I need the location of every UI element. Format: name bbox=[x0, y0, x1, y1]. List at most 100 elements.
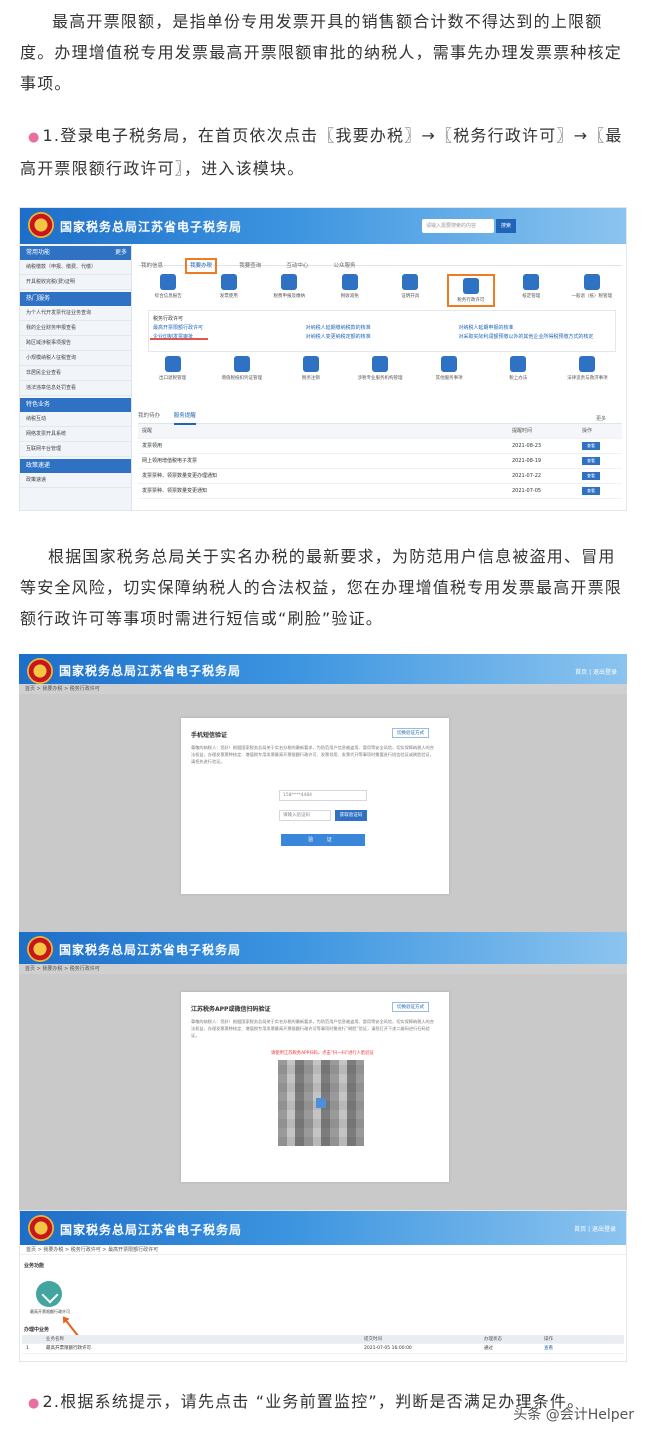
sidebar-item[interactable]: 非居民企业查看 bbox=[20, 366, 131, 381]
sidebar-item[interactable]: 纳税缴款（申报、缴费、代缴） bbox=[20, 260, 131, 275]
screenshot-business-page: 国家税务总局江苏省电子税务局 首页 | 退出登录 首页 > 我要办税 > 税务行… bbox=[19, 1210, 627, 1362]
bullet-icon: ● bbox=[28, 1396, 41, 1411]
view-link[interactable]: 查看 bbox=[544, 1344, 624, 1353]
service-tile[interactable]: 法律追责与救济事项 bbox=[563, 356, 611, 381]
table-row: 网上领用增值税电子发票 2021-08-19 查看 bbox=[138, 454, 622, 469]
more-link[interactable]: 更多 bbox=[596, 413, 606, 426]
tab-my-info[interactable]: 我的信息 bbox=[138, 260, 166, 272]
handshake-icon bbox=[371, 356, 388, 372]
service-tile[interactable]: 出口退税管理 bbox=[149, 356, 197, 381]
sidebar-item[interactable]: 小规模纳税人征税查询 bbox=[20, 351, 131, 366]
submenu-link[interactable]: 对纳税人延期缴纳税款的核准 bbox=[306, 324, 459, 333]
breadcrumb: 首页 > 我要办税 > 税务行政许可 > 最高开票限额行政许可 bbox=[20, 1245, 626, 1255]
edit-icon[interactable] bbox=[36, 1281, 62, 1307]
service-icons-row-2: 出口退税管理 增值税抵扣凭证管理 税务注销 涉税专业服务机构管理 其他服务事项 … bbox=[138, 356, 622, 381]
service-tile[interactable]: 涉税专业服务机构管理 bbox=[356, 356, 404, 381]
submenu-link[interactable]: 对纳税人延期申报的核准 bbox=[458, 324, 611, 333]
document-icon bbox=[462, 278, 479, 294]
sidebar-item[interactable]: 纳税互动 bbox=[20, 412, 131, 427]
chart-icon bbox=[341, 274, 358, 290]
portal-banner: 国家税务总局江苏省电子税务局 请输入需要搜索的内容 搜索 bbox=[20, 208, 626, 244]
sidebar-item[interactable]: 违法违章信息处罚查看 bbox=[20, 381, 131, 396]
watermark: 头条 @会计Helper bbox=[513, 1407, 634, 1423]
submenu-link[interactable]: 对纳税人变更纳税定额的核准 bbox=[306, 333, 459, 342]
verify-button[interactable]: 验 证 bbox=[281, 834, 365, 846]
switch-method-button[interactable]: 切换验证方式 bbox=[392, 1002, 429, 1012]
get-code-button[interactable]: 获取验证码 bbox=[335, 810, 367, 821]
service-tile[interactable]: 税务注销 bbox=[287, 356, 335, 381]
tab-do-tax[interactable]: 我要办税 bbox=[185, 258, 218, 274]
service-icons-row-1: 综合信息报告 发票使用 税费申报及缴纳 税收减免 证明开具 税务行政许可 核定管… bbox=[138, 274, 622, 307]
service-tile[interactable]: 一般退（抵）税管理 bbox=[568, 274, 616, 307]
sidebar-item[interactable]: 开具税收完税(费)证明 bbox=[20, 275, 131, 290]
sidebar-item[interactable]: 网络发票开具系统 bbox=[20, 427, 131, 442]
user-info[interactable]: 首页 | 退出登录 bbox=[575, 667, 617, 676]
screenshot-qr-verification: 国家税务总局江苏省电子税务局 首页 > 我要办税 > 税务行政许可 江苏税务AP… bbox=[19, 932, 627, 1210]
shield-icon bbox=[164, 356, 181, 372]
service-tile[interactable]: 税收减免 bbox=[326, 274, 374, 307]
view-button[interactable]: 查看 bbox=[582, 487, 600, 495]
tax-emblem-icon bbox=[27, 658, 53, 684]
portal-banner: 国家税务总局江苏省电子税务局 bbox=[19, 932, 627, 964]
law-icon bbox=[510, 356, 527, 372]
service-tile[interactable]: 增值税抵扣凭证管理 bbox=[218, 356, 266, 381]
user-info[interactable]: 首页 | 退出登录 bbox=[574, 1224, 616, 1233]
tax-emblem-icon bbox=[27, 936, 53, 962]
progress-table: 业务名称 提交时间 办理状态 操作 1 最高开票限额行政许可 2021-07-05 16:… bbox=[22, 1335, 624, 1354]
verification-paragraph: 根据国家税务总局关于实名办税的最新要求，为防范用户信息被盗用、冒用等安全风险，切… bbox=[20, 547, 623, 628]
qr-verify-modal: 江苏税务APP或微信扫码验证 切换验证方式 尊敬的纳税人：您好！根据国家税务总局… bbox=[181, 992, 449, 1182]
monitor-icon bbox=[281, 274, 298, 290]
intro-paragraph: 最高开票限额，是指单份专用发票开具的销售额合计数不得达到的上限额度。办理增值税专… bbox=[20, 12, 623, 93]
people-icon bbox=[583, 274, 600, 290]
portal-banner: 国家税务总局江苏省电子税务局 首页 | 退出登录 bbox=[20, 1211, 626, 1245]
table-row: 发票领用 2021-08-23 查看 bbox=[138, 439, 622, 454]
search-input[interactable]: 请输入需要搜索的内容 bbox=[422, 219, 494, 233]
code-input[interactable]: 请输入验证码 bbox=[279, 810, 331, 821]
sidebar-item[interactable]: 跨区域涉税事项报告 bbox=[20, 336, 131, 351]
service-tile[interactable]: 税费申报及缴纳 bbox=[265, 274, 313, 307]
service-tile[interactable]: 证明开具 bbox=[386, 274, 434, 307]
tab-public[interactable]: 公众服务 bbox=[330, 260, 358, 272]
sidebar-item[interactable]: 政策速递 bbox=[20, 473, 131, 488]
sidebar: 常用功能 更多 纳税缴款（申报、缴费、代缴） 开具税收完税(费)证明 热门服务 为… bbox=[20, 244, 132, 510]
service-tile[interactable]: 综合信息报告 bbox=[144, 274, 192, 307]
sms-verify-modal: 手机短信验证 切换验证方式 尊敬的纳税人：您好！根据国家税务总局关于实名办税的最… bbox=[181, 718, 449, 894]
search-button[interactable]: 搜索 bbox=[496, 219, 516, 233]
tax-emblem-icon bbox=[28, 212, 54, 238]
tax-emblem-icon bbox=[28, 1215, 54, 1241]
banner-title: 国家税务总局江苏省电子税务局 bbox=[60, 1223, 243, 1237]
tab-todo[interactable]: 我的待办 bbox=[138, 410, 160, 423]
service-tile[interactable]: 核定管理 bbox=[507, 274, 555, 307]
screenshot-sms-verification: 国家税务总局江苏省电子税务局 首页 | 退出登录 首页 > 我要办税 > 税务行… bbox=[19, 654, 627, 932]
table-header: 提醒 提醒时间 操作 bbox=[138, 424, 622, 439]
tab-reminders[interactable]: 服务提醒 bbox=[173, 410, 196, 425]
switch-method-button[interactable]: 切换验证方式 bbox=[392, 728, 429, 738]
tab-query[interactable]: 我要查询 bbox=[236, 260, 264, 272]
bullet-icon: ● bbox=[28, 130, 41, 145]
report-icon bbox=[160, 274, 177, 290]
sidebar-head-hot: 热门服务 bbox=[20, 292, 131, 306]
view-button[interactable]: 查看 bbox=[582, 442, 600, 450]
sidebar-item[interactable]: 互联网平台管理 bbox=[20, 442, 131, 457]
reminder-tabs: 我的待办 服务提醒 更多 bbox=[138, 410, 622, 426]
certificate-icon bbox=[402, 274, 419, 290]
highlight-underline bbox=[150, 338, 208, 340]
document-icon bbox=[579, 356, 596, 372]
sidebar-item[interactable]: 为个人代开发票代征业务查询 bbox=[20, 306, 131, 321]
service-tile[interactable]: 税上办法 bbox=[494, 356, 542, 381]
step-1-paragraph: ● 1.登录电子税务局，在首页依次点击〖我要办税〗→〖税务行政许可〗→〖最高开票限… bbox=[20, 126, 623, 178]
tab-interaction[interactable]: 互动中心 bbox=[283, 260, 311, 272]
submenu-link[interactable]: 对采取实际利润额预缴以外的其他企业所得税预缴方式的核定 bbox=[458, 333, 611, 342]
service-tile[interactable]: 其他服务事项 bbox=[425, 356, 473, 381]
qr-code-image bbox=[278, 1060, 364, 1146]
service-tile[interactable]: 发票使用 bbox=[205, 274, 253, 307]
table-row: 发票票种、领票数量变更办理通知 2021-07-22 查看 bbox=[138, 469, 622, 484]
view-button[interactable]: 查看 bbox=[582, 457, 600, 465]
modal-title: 江苏税务APP或微信扫码验证 bbox=[191, 1006, 271, 1013]
sidebar-item[interactable]: 我的企业财务申报查看 bbox=[20, 321, 131, 336]
view-button[interactable]: 查看 bbox=[582, 472, 600, 480]
phone-field[interactable]: 158****4484 bbox=[279, 790, 367, 801]
link-max-invoice-limit[interactable]: 最高开票限额行政许可 bbox=[153, 324, 306, 333]
qr-center-logo bbox=[316, 1098, 326, 1108]
service-tile-tax-permit[interactable]: 税务行政许可 bbox=[446, 274, 495, 307]
